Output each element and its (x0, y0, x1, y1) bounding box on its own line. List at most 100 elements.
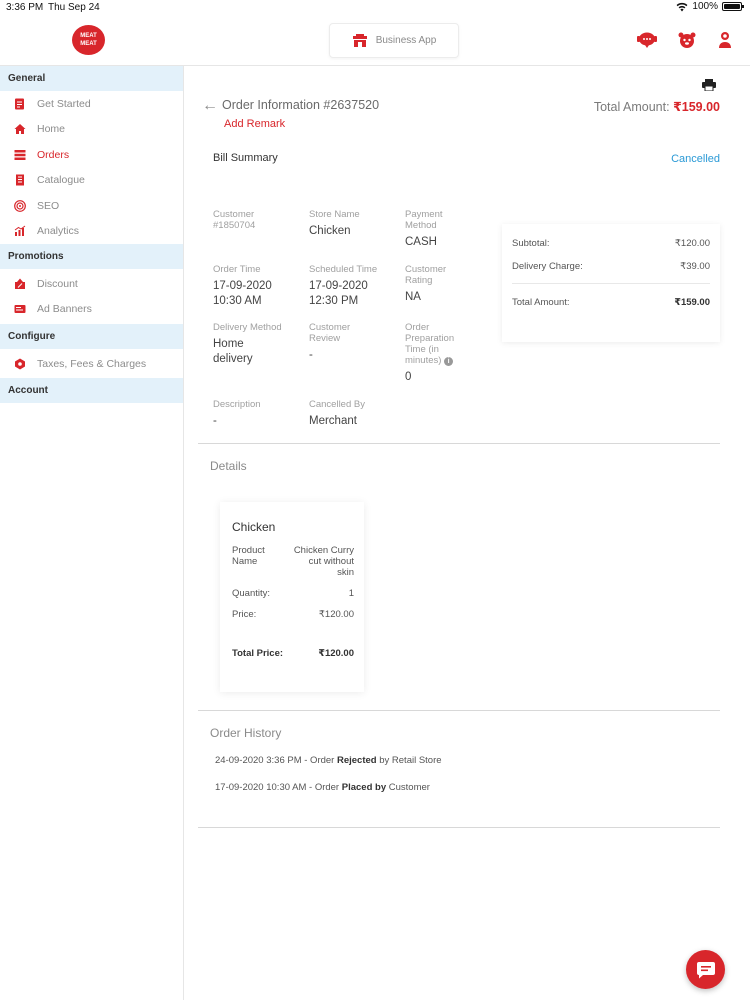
store-icon (352, 33, 367, 47)
field-label: Store Name (309, 209, 360, 220)
logo-text: MEAT MEAT (80, 33, 97, 47)
field-cancelled-by: Cancelled By Merchant (309, 399, 389, 429)
summary-total-row: Total Amount: ₹159.00 (512, 297, 710, 308)
delivery-charge-label: Delivery Charge: (512, 261, 583, 272)
total-price-value: ₹120.00 (318, 648, 354, 659)
field-label: Cancelled By (309, 399, 365, 410)
history-entry: 17-09-2020 10:30 AM - Order Placed by Cu… (215, 782, 430, 793)
field-customer-rating: Customer Rating NA (405, 264, 465, 305)
back-arrow-icon[interactable]: ← (202, 97, 218, 115)
business-app-button[interactable]: Business App (329, 23, 459, 58)
divider (198, 710, 720, 711)
field-value: 17-09-2020 12:30 PM (309, 280, 368, 307)
product-title: Chicken (232, 520, 276, 534)
top-header: MEAT MEAT Business App (0, 16, 750, 66)
field-value: Home delivery (213, 338, 253, 365)
field-label: Customer Review (309, 322, 351, 344)
delivery-charge-value: ₹39.00 (680, 261, 710, 272)
chat-button[interactable] (686, 950, 725, 989)
total-price-row: Total Price: ₹120.00 (232, 648, 354, 659)
subtotal-value: ₹120.00 (674, 238, 710, 249)
divider (198, 443, 720, 444)
field-order-time: Order Time 17-09-2020 10:30 AM (213, 264, 295, 309)
tax-icon (15, 358, 25, 370)
wifi-icon (677, 2, 688, 11)
field-label: Description (213, 399, 261, 410)
sidebar-item-label: Home (37, 123, 66, 136)
user-profile-icon[interactable] (718, 31, 732, 49)
sidebar-item-get-started[interactable]: Get Started (0, 91, 183, 117)
total-amount-value: ₹159.00 (673, 100, 720, 114)
sidebar-item-discount[interactable]: Discount (0, 271, 183, 297)
total-amount-label: Total Amount: (593, 100, 670, 114)
status-bar: 3:36 PM Thu Sep 24 100% (0, 0, 750, 16)
sidebar-item-label: Catalogue (37, 174, 85, 187)
field-label: Customer Rating (405, 264, 447, 286)
quantity-row: Quantity: 1 (232, 588, 354, 599)
catalogue-icon (16, 174, 24, 186)
total-price-label: Total Price: (232, 648, 284, 659)
status-date: Thu Sep 24 (48, 2, 100, 13)
brand-logo[interactable]: MEAT MEAT (72, 25, 105, 55)
delivery-charge-row: Delivery Charge: ₹39.00 (512, 261, 710, 272)
field-value: NA (405, 291, 421, 303)
subtotal-row: Subtotal: ₹120.00 (512, 238, 710, 249)
field-value: Chicken (309, 225, 351, 237)
banner-icon (14, 305, 26, 314)
chat-bubble-icon (696, 961, 715, 978)
field-label: Scheduled Time (309, 264, 378, 275)
sidebar-item-analytics[interactable]: Analytics (0, 219, 183, 245)
field-payment-method: Payment Method CASH (405, 209, 465, 250)
sidebar-item-orders[interactable]: Orders (0, 142, 183, 168)
status-badge: Cancelled (671, 153, 720, 165)
sidebar-section-promotions: Promotions (0, 244, 183, 269)
battery-percent: 100% (692, 1, 718, 12)
field-value: - (213, 415, 217, 427)
field-customer: Customer #1850704 (213, 209, 293, 231)
status-time: 3:36 PM (6, 2, 44, 13)
support-chat-icon[interactable] (637, 31, 657, 49)
field-label: Order Time (213, 264, 261, 275)
sidebar-item-seo[interactable]: SEO (0, 193, 183, 219)
history-actor: by Retail Store (379, 755, 442, 766)
history-actor: Customer (388, 782, 430, 793)
sidebar-item-label: Discount (37, 277, 78, 290)
bill-summary-card: Subtotal: ₹120.00 Delivery Charge: ₹39.0… (502, 224, 720, 342)
sidebar-item-ad-banners[interactable]: Ad Banners (0, 297, 183, 323)
price-row: Price: ₹120.00 (232, 609, 354, 620)
bill-summary-heading: Bill Summary (213, 152, 278, 164)
sidebar-section-account[interactable]: Account (0, 377, 183, 403)
print-icon[interactable] (702, 79, 716, 91)
sidebar-item-catalogue[interactable]: Catalogue (0, 168, 183, 194)
field-customer-review: Customer Review - (309, 322, 369, 363)
product-card[interactable]: Chicken Product Name Chicken Curry cut w… (220, 502, 364, 692)
field-prep-time: Order Preparation Time (in minutes) i 0 (405, 322, 465, 385)
orders-icon (14, 149, 26, 160)
field-value: CASH (405, 236, 437, 248)
target-icon (14, 199, 26, 212)
history-entry: 24-09-2020 3:36 PM - Order Rejected by R… (215, 755, 442, 766)
sidebar-item-home[interactable]: Home (0, 117, 183, 143)
mascot-icon[interactable] (678, 31, 696, 49)
page-title: Order Information #2637520 (222, 98, 380, 112)
field-value: - (309, 349, 313, 361)
sidebar: General Get Started Home Orders Catalogu… (0, 66, 184, 1000)
customer-id: #1850704 (213, 220, 256, 231)
sidebar-item-taxes[interactable]: Taxes, Fees & Charges (0, 351, 183, 377)
price-label: Price: (232, 609, 257, 620)
discount-icon (15, 278, 25, 289)
sidebar-item-label: Taxes, Fees & Charges (37, 357, 147, 370)
field-value: 0 (405, 371, 412, 383)
field-delivery-method: Delivery Method Home delivery (213, 322, 298, 367)
sidebar-item-label: SEO (37, 199, 60, 212)
product-name-row: Product Name Chicken Curry cut without s… (232, 545, 354, 578)
product-name-label: Product Name (232, 545, 265, 567)
field-value: Merchant (309, 415, 357, 427)
info-icon[interactable]: i (444, 357, 454, 366)
add-remark-link[interactable]: Add Remark (224, 118, 285, 130)
history-time: 24-09-2020 3:36 PM - Order (215, 755, 335, 766)
total-amount-header: Total Amount: ₹159.00 (594, 99, 720, 114)
subtotal-label: Subtotal: (512, 238, 550, 249)
history-action: Rejected (336, 755, 377, 766)
divider (512, 283, 710, 284)
